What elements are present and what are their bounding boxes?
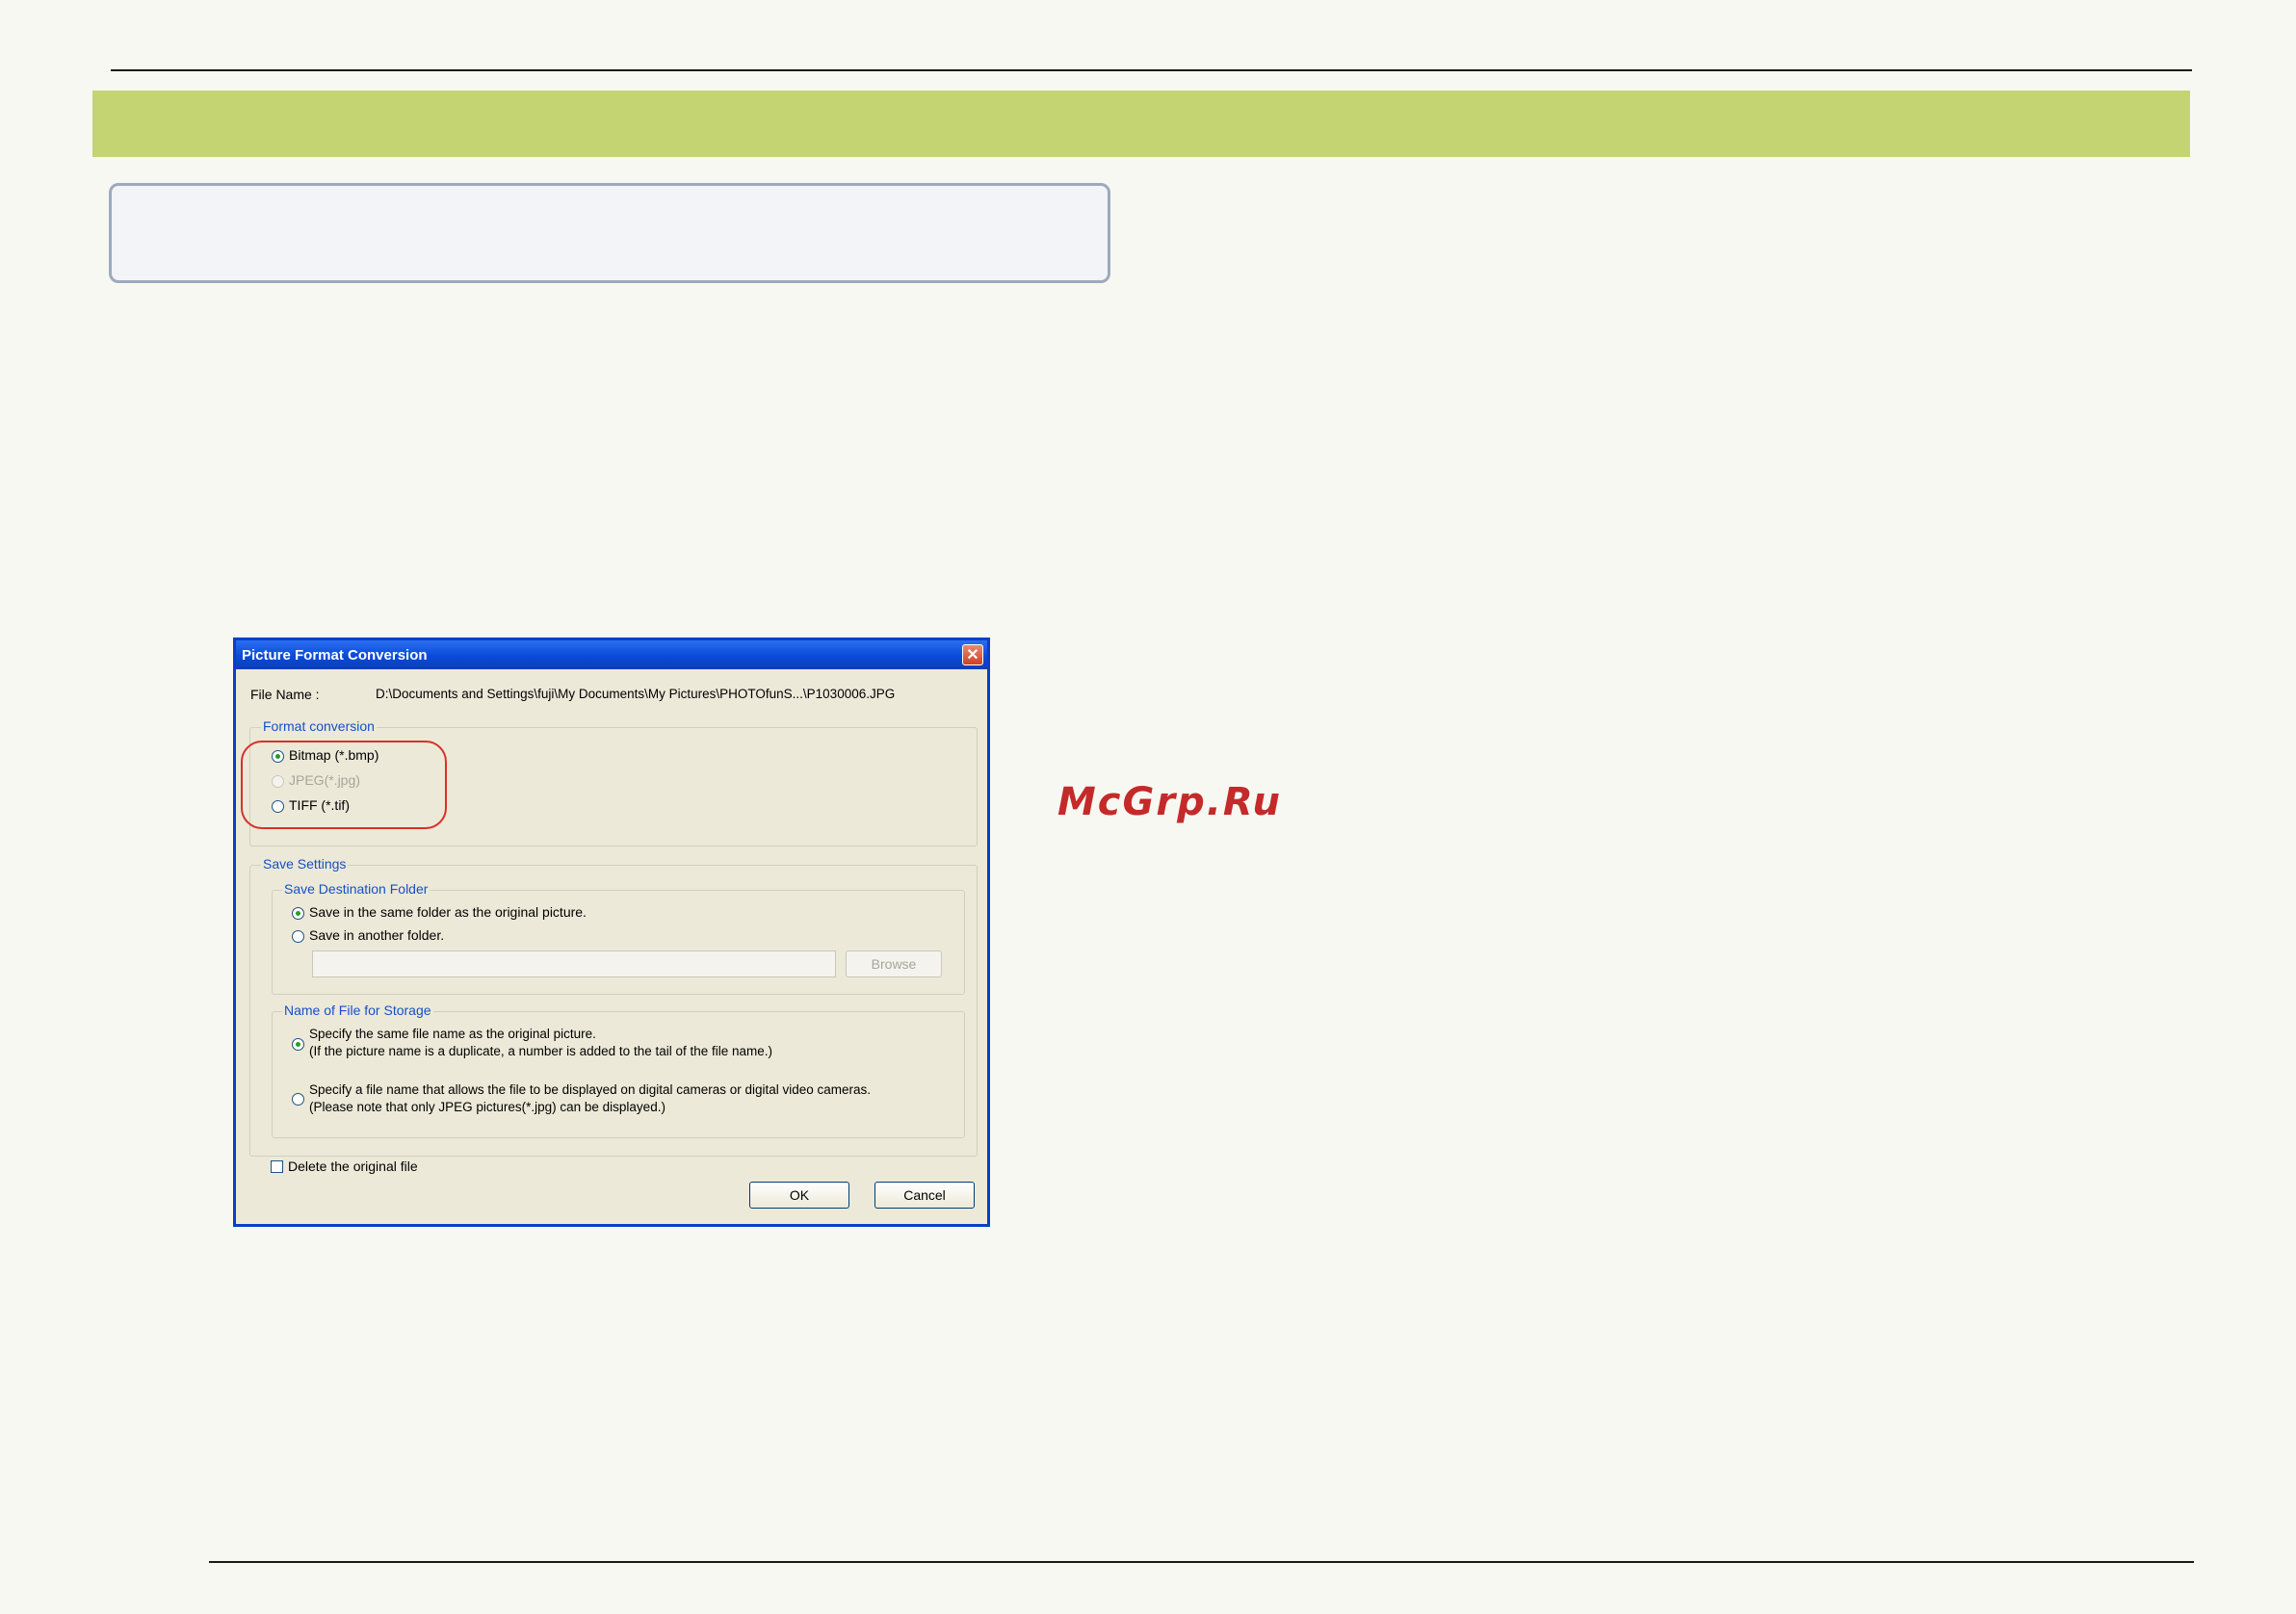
camera-name-radio[interactable] bbox=[292, 1093, 304, 1106]
another-folder-label[interactable]: Save in another folder. bbox=[309, 927, 444, 943]
save-settings-title: Save Settings bbox=[261, 856, 349, 872]
same-name-radio[interactable] bbox=[292, 1038, 304, 1051]
bottom-rule bbox=[209, 1561, 2194, 1563]
file-name-storage-title: Name of File for Storage bbox=[282, 1002, 433, 1018]
header-band bbox=[92, 91, 2190, 157]
dialog-titlebar[interactable]: Picture Format Conversion ✕ bbox=[236, 640, 987, 669]
same-name-label-line2: (If the picture name is a duplicate, a n… bbox=[309, 1044, 773, 1058]
camera-name-label-line1[interactable]: Specify a file name that allows the file… bbox=[309, 1082, 871, 1097]
same-name-label-line1[interactable]: Specify the same file name as the origin… bbox=[309, 1027, 596, 1041]
top-rule bbox=[111, 69, 2192, 71]
note-box bbox=[109, 183, 1110, 283]
format-conversion-title: Format conversion bbox=[261, 718, 377, 734]
highlight-circle bbox=[241, 741, 447, 829]
dialog-title: Picture Format Conversion bbox=[242, 647, 428, 664]
cancel-button[interactable]: Cancel bbox=[874, 1182, 975, 1209]
file-name-value: D:\Documents and Settings\fuji\My Docume… bbox=[376, 687, 896, 701]
another-folder-radio[interactable] bbox=[292, 930, 304, 943]
delete-original-checkbox[interactable] bbox=[271, 1160, 283, 1173]
close-icon: ✕ bbox=[966, 647, 979, 664]
same-folder-radio[interactable] bbox=[292, 907, 304, 920]
save-destination-title: Save Destination Folder bbox=[282, 881, 430, 897]
delete-original-label[interactable]: Delete the original file bbox=[288, 1158, 418, 1174]
folder-path-input[interactable] bbox=[312, 950, 836, 977]
watermark: McGrp.Ru bbox=[1057, 780, 1282, 824]
picture-format-conversion-dialog: Picture Format Conversion ✕ File Name : … bbox=[233, 638, 990, 1227]
file-name-label: File Name : bbox=[250, 687, 320, 702]
browse-button[interactable]: Browse bbox=[846, 950, 942, 977]
ok-button[interactable]: OK bbox=[749, 1182, 849, 1209]
same-folder-label[interactable]: Save in the same folder as the original … bbox=[309, 904, 587, 920]
close-button[interactable]: ✕ bbox=[962, 644, 983, 665]
camera-name-label-line2: (Please note that only JPEG pictures(*.j… bbox=[309, 1100, 665, 1114]
